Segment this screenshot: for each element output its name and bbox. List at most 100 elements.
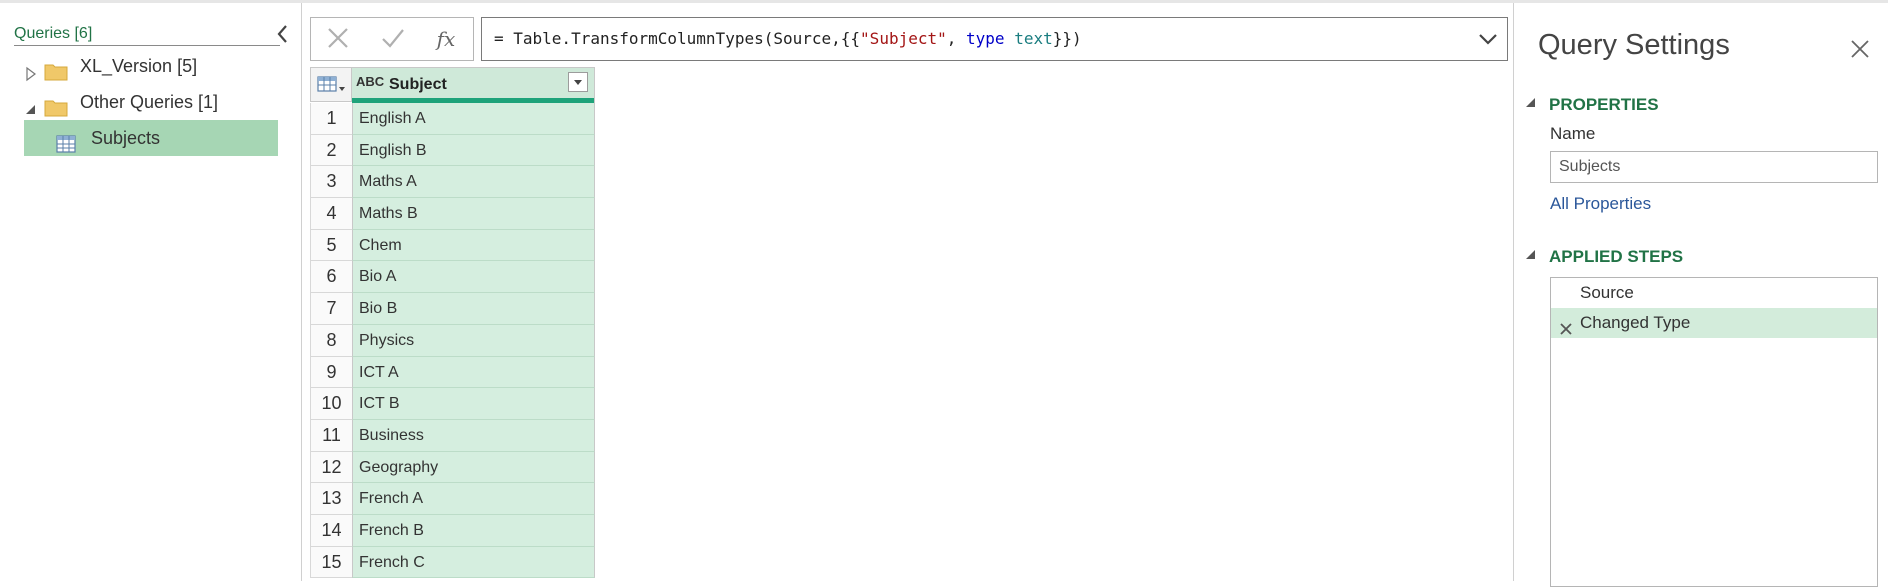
table-row: 1 English A bbox=[310, 103, 595, 135]
query-group-xl-version[interactable]: XL_Version [5] bbox=[24, 48, 278, 84]
table-row: 13 French A bbox=[310, 483, 595, 515]
table-row: 3 Maths A bbox=[310, 166, 595, 199]
query-name-input[interactable] bbox=[1550, 151, 1878, 183]
applied-steps-label: APPLIED STEPS bbox=[1549, 247, 1684, 266]
table-row: 15 French C bbox=[310, 546, 595, 579]
folder-icon bbox=[44, 93, 68, 117]
formula-buttons: fx bbox=[310, 17, 474, 61]
formula-sep: , bbox=[946, 29, 967, 48]
collapse-triangle-icon bbox=[1526, 98, 1535, 108]
column-name: Subject bbox=[389, 76, 447, 93]
table-cell[interactable]: Maths A bbox=[352, 166, 595, 199]
data-grid: ABC Subject 1 English A 2 English B 3 Maths A… bbox=[310, 67, 595, 579]
row-number[interactable]: 11 bbox=[310, 419, 352, 452]
table-cell[interactable]: Chem bbox=[352, 229, 595, 262]
row-number[interactable]: 7 bbox=[310, 293, 352, 325]
row-number[interactable]: 12 bbox=[310, 451, 352, 484]
collapse-triangle-icon bbox=[1526, 250, 1535, 260]
query-group-other-queries[interactable]: Other Queries [1] bbox=[24, 84, 278, 120]
table-row: 6 Bio A bbox=[310, 261, 595, 294]
grid-header: ABC Subject bbox=[310, 67, 595, 103]
table-cell[interactable]: French A bbox=[352, 483, 595, 515]
close-icon[interactable] bbox=[1849, 38, 1871, 60]
queries-title[interactable]: Queries [6] bbox=[14, 25, 92, 43]
table-menu-icon[interactable] bbox=[310, 67, 352, 102]
formula-suffix: }}) bbox=[1052, 29, 1082, 48]
formula-prefix: = Table.TransformColumnTypes(Source,{{ bbox=[494, 29, 861, 48]
delete-step-icon[interactable] bbox=[1559, 316, 1573, 335]
formula-input[interactable]: = Table.TransformColumnTypes(Source,{{"S… bbox=[481, 17, 1508, 61]
table-row: 8 Physics bbox=[310, 324, 595, 357]
expand-caret-icon[interactable] bbox=[24, 58, 38, 82]
row-number[interactable]: 5 bbox=[310, 229, 352, 262]
name-label: Name bbox=[1550, 124, 1596, 143]
table-cell[interactable]: Bio B bbox=[352, 293, 595, 325]
applied-steps-section-header[interactable]: APPLIED STEPS bbox=[1526, 247, 1683, 267]
table-row: 12 Geography bbox=[310, 451, 595, 484]
formula-space bbox=[1005, 29, 1015, 48]
table-row: 5 Chem bbox=[310, 229, 595, 262]
cancel-formula-icon[interactable] bbox=[311, 18, 365, 60]
collapse-pane-icon[interactable] bbox=[274, 23, 292, 45]
queries-pane: Queries [6] XL_Version [5] Other Queries… bbox=[0, 3, 302, 581]
query-item-label: Subjects bbox=[91, 128, 161, 148]
row-number[interactable]: 14 bbox=[310, 514, 352, 547]
formula-string: "Subject" bbox=[860, 29, 947, 48]
table-cell[interactable]: Physics bbox=[352, 324, 595, 357]
queries-header: Queries [6] bbox=[14, 25, 287, 46]
fx-icon[interactable]: fx bbox=[419, 18, 473, 60]
row-number[interactable]: 3 bbox=[310, 166, 352, 199]
formula-keyword: type bbox=[966, 29, 1005, 48]
expand-formula-icon[interactable] bbox=[1475, 26, 1501, 52]
step-source[interactable]: Source bbox=[1551, 278, 1877, 308]
row-number[interactable]: 10 bbox=[310, 388, 352, 420]
properties-section-header[interactable]: PROPERTIES bbox=[1526, 95, 1659, 115]
table-cell[interactable]: ICT A bbox=[352, 356, 595, 389]
table-row: 2 English B bbox=[310, 134, 595, 167]
query-settings-pane: Query Settings PROPERTIES Name All Prope… bbox=[1513, 3, 1888, 587]
query-group-label: Other Queries [1] bbox=[80, 92, 219, 112]
grid-body: 1 English A 2 English B 3 Maths A 4 Maths B 5 Che… bbox=[310, 103, 595, 579]
filter-dropdown-icon[interactable] bbox=[568, 72, 588, 92]
formula-type: text bbox=[1014, 29, 1053, 48]
table-row: 10 ICT B bbox=[310, 388, 595, 420]
all-properties-link[interactable]: All Properties bbox=[1550, 194, 1651, 214]
query-group-label: XL_Version [5] bbox=[80, 56, 198, 76]
table-cell[interactable]: Business bbox=[352, 419, 595, 452]
row-number[interactable]: 13 bbox=[310, 483, 352, 515]
table-row: 7 Bio B bbox=[310, 293, 595, 325]
step-label: Source bbox=[1580, 283, 1634, 302]
row-number[interactable]: 9 bbox=[310, 356, 352, 389]
row-number[interactable]: 1 bbox=[310, 103, 352, 135]
row-number[interactable]: 8 bbox=[310, 324, 352, 357]
settings-title: Query Settings bbox=[1538, 29, 1730, 61]
folder-icon bbox=[44, 57, 68, 81]
table-cell[interactable]: Bio A bbox=[352, 261, 595, 294]
step-label: Changed Type bbox=[1580, 313, 1691, 332]
row-number[interactable]: 4 bbox=[310, 198, 352, 230]
text-type-icon[interactable]: ABC bbox=[356, 74, 384, 89]
row-number[interactable]: 15 bbox=[310, 546, 352, 579]
table-row: 4 Maths B bbox=[310, 198, 595, 230]
formula-text[interactable]: = Table.TransformColumnTypes(Source,{{"S… bbox=[494, 29, 1082, 48]
step-changed-type[interactable]: Changed Type bbox=[1551, 308, 1877, 338]
table-row: 9 ICT A bbox=[310, 356, 595, 389]
table-cell[interactable]: English A bbox=[352, 103, 595, 135]
table-cell[interactable]: French B bbox=[352, 514, 595, 547]
table-icon bbox=[56, 129, 80, 153]
applied-steps-list: Source Changed Type bbox=[1550, 277, 1878, 587]
commit-formula-icon[interactable] bbox=[365, 18, 419, 60]
table-cell[interactable]: English B bbox=[352, 134, 595, 167]
properties-label: PROPERTIES bbox=[1549, 95, 1659, 114]
table-cell[interactable]: Maths B bbox=[352, 198, 595, 230]
column-header-subject[interactable]: ABC Subject bbox=[352, 67, 595, 103]
table-row: 14 French B bbox=[310, 514, 595, 547]
table-row: 11 Business bbox=[310, 419, 595, 452]
table-cell[interactable]: Geography bbox=[352, 451, 595, 484]
table-cell[interactable]: ICT B bbox=[352, 388, 595, 420]
query-item-subjects[interactable]: Subjects bbox=[24, 120, 278, 156]
table-cell[interactable]: French C bbox=[352, 546, 595, 579]
row-number[interactable]: 2 bbox=[310, 134, 352, 167]
collapse-caret-icon[interactable] bbox=[24, 94, 38, 114]
row-number[interactable]: 6 bbox=[310, 261, 352, 294]
